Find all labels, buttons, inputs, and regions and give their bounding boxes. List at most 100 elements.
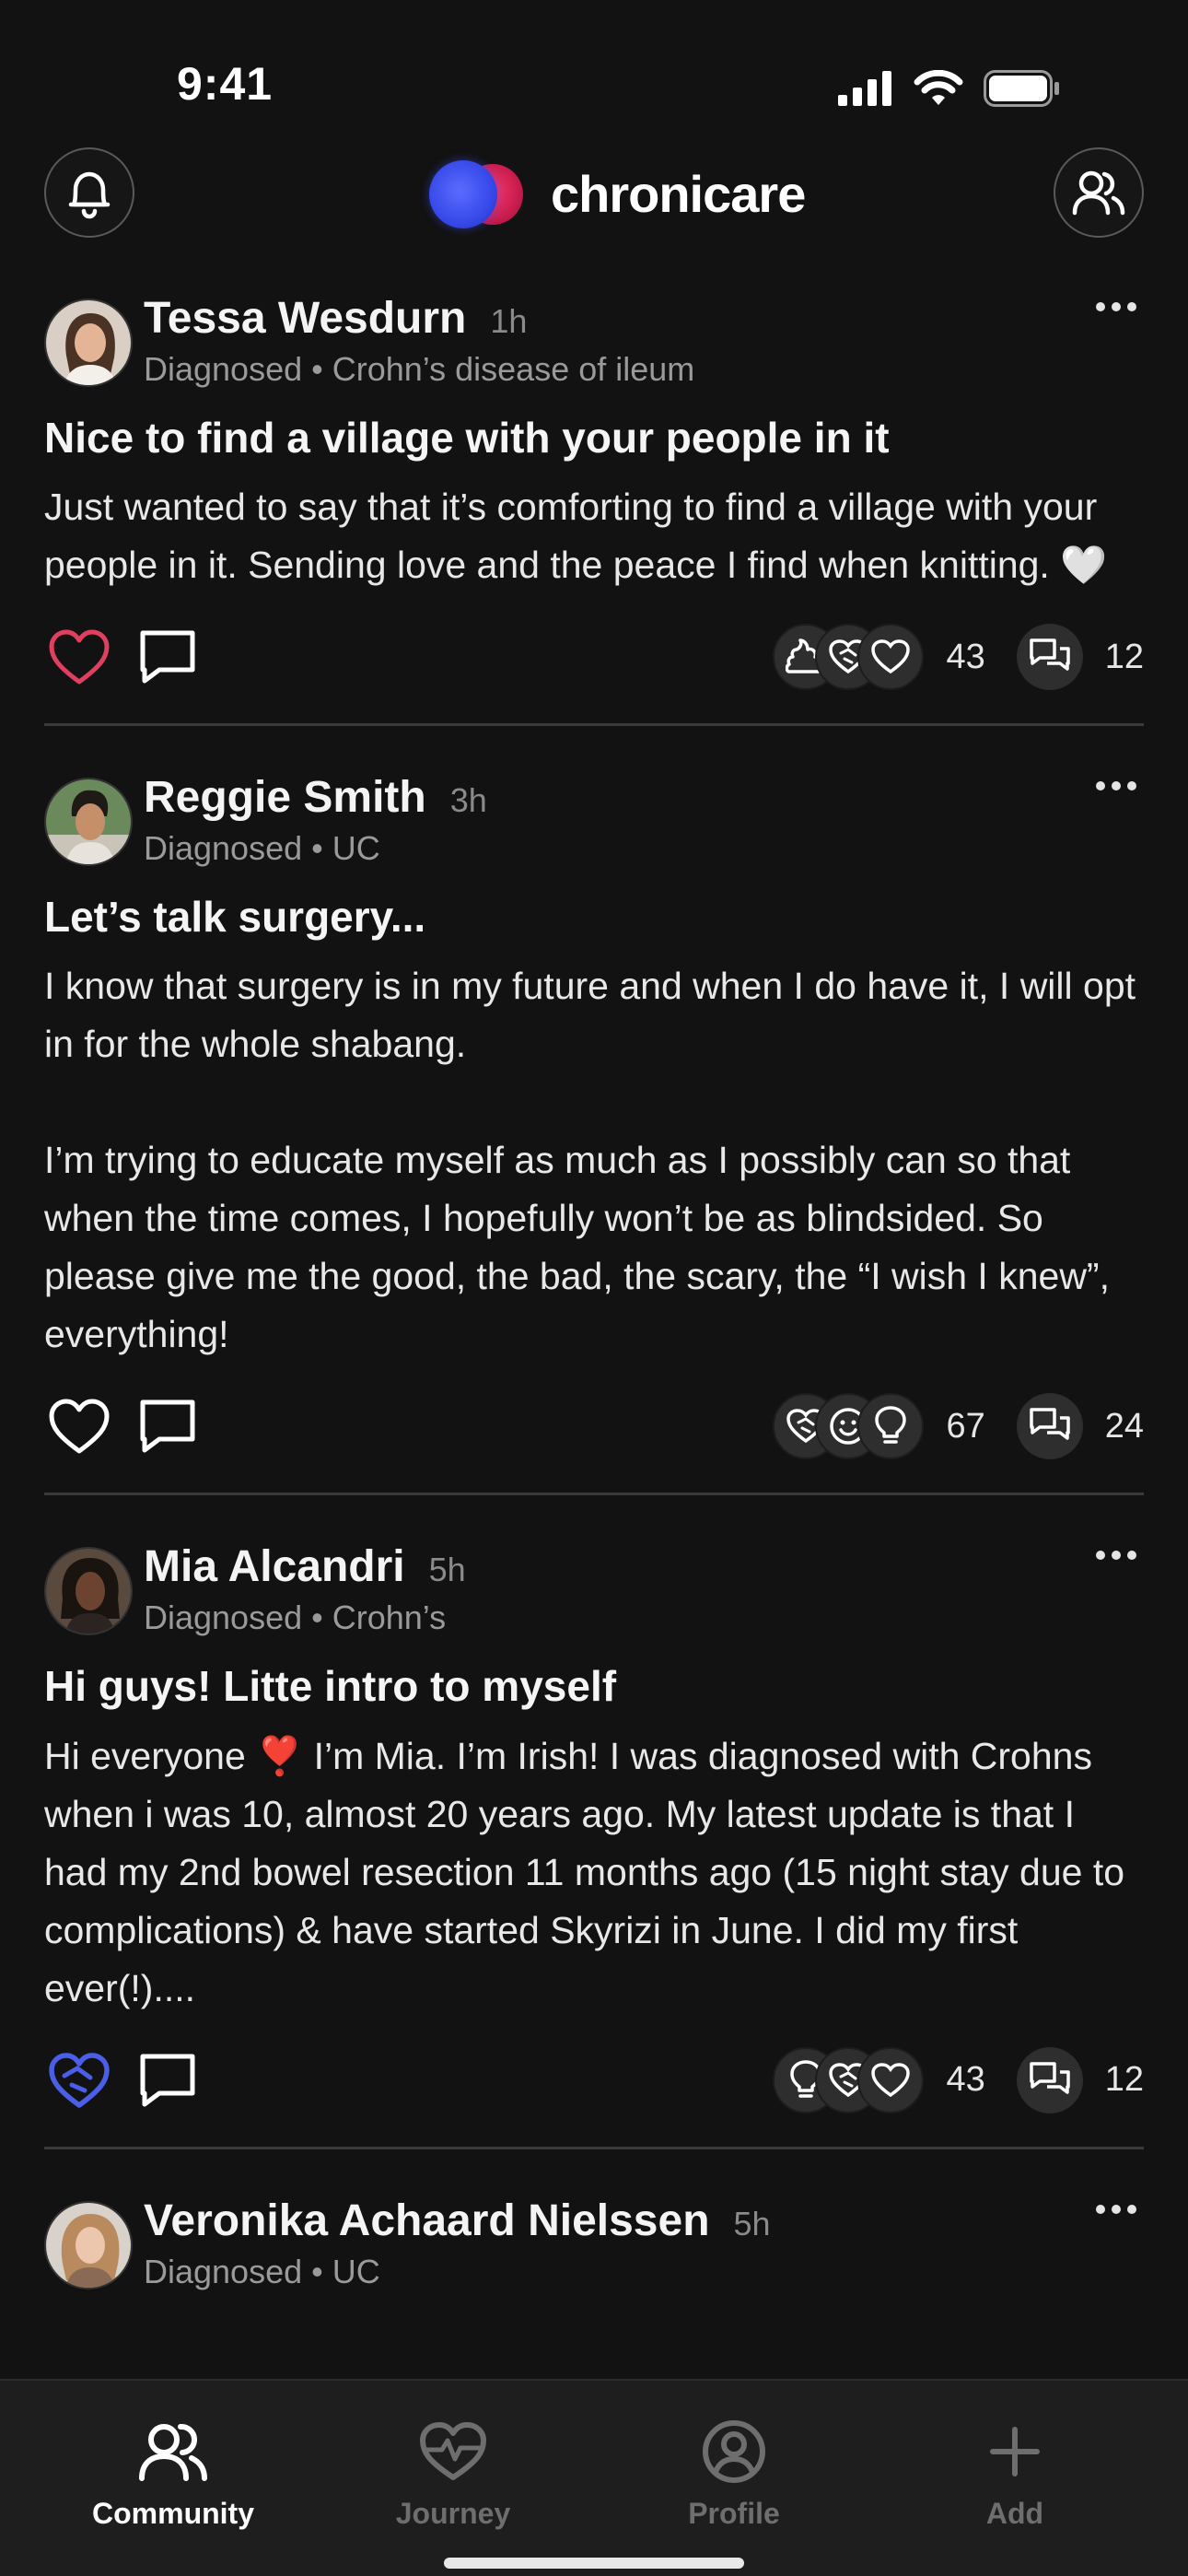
tab-journey[interactable]: Journey bbox=[352, 2412, 554, 2531]
comments-count-button[interactable] bbox=[1016, 2046, 1083, 2113]
tab-add[interactable]: Add bbox=[914, 2412, 1116, 2531]
like-button[interactable] bbox=[44, 622, 114, 692]
bell-icon bbox=[68, 171, 111, 219]
heart-icon bbox=[857, 2046, 925, 2113]
author-diagnosis: Diagnosed • UC bbox=[144, 829, 380, 868]
reaction-icons bbox=[773, 624, 925, 691]
reaction-summary[interactable]: 67 24 bbox=[773, 1393, 1144, 1460]
post-time: 5h bbox=[428, 1551, 466, 1589]
post-card[interactable]: Tessa Wesdurn 1h Diagnosed • Crohn’s dis… bbox=[0, 286, 1188, 705]
app-name: chronicare bbox=[551, 164, 806, 223]
post-time: 5h bbox=[733, 2204, 771, 2242]
avatar[interactable] bbox=[44, 2200, 133, 2289]
post-actions: 43 12 bbox=[44, 613, 1144, 705]
more-dots-icon bbox=[1096, 2204, 1105, 2214]
author-diagnosis: Diagnosed • Crohn’s disease of ileum bbox=[144, 350, 695, 388]
comment-count: 12 bbox=[1104, 2060, 1144, 2100]
like-button[interactable] bbox=[44, 1391, 114, 1461]
community-feed: Tessa Wesdurn 1h Diagnosed • Crohn’s dis… bbox=[0, 286, 1188, 2290]
tab-label: Community bbox=[92, 2497, 254, 2530]
app-logo: chronicare bbox=[429, 157, 806, 230]
post-card[interactable]: Reggie Smith 3h Diagnosed • UC Let’s tal… bbox=[0, 765, 1188, 1474]
like-button[interactable] bbox=[44, 2045, 114, 2115]
author-name[interactable]: Tessa Wesdurn bbox=[144, 293, 466, 344]
notifications-button[interactable] bbox=[44, 147, 134, 238]
more-dots-icon bbox=[1096, 781, 1105, 791]
reaction-summary[interactable]: 43 12 bbox=[773, 624, 1144, 691]
logo-mark-icon bbox=[429, 157, 542, 230]
author-diagnosis: Diagnosed • Crohn’s bbox=[144, 1598, 447, 1637]
more-options-button[interactable] bbox=[1089, 302, 1144, 330]
more-options-button[interactable] bbox=[1089, 2204, 1144, 2232]
tab-label: Add bbox=[985, 2497, 1044, 2530]
app-header: chronicare bbox=[0, 147, 1188, 243]
post-author: Mia Alcandri 5h bbox=[144, 1541, 466, 1592]
user-circle-icon bbox=[703, 2420, 765, 2483]
tab-label: Profile bbox=[688, 2497, 780, 2530]
comment-button[interactable] bbox=[133, 2045, 203, 2115]
post-title[interactable]: Nice to find a village with your people … bbox=[44, 413, 1144, 463]
post-actions: 43 12 bbox=[44, 2036, 1144, 2128]
author-name[interactable]: Reggie Smith bbox=[144, 772, 426, 823]
reaction-icons bbox=[773, 1393, 925, 1460]
reaction-summary[interactable]: 43 12 bbox=[773, 2046, 1144, 2113]
bottom-tab-bar: Community Journey Profile Add bbox=[0, 2379, 1188, 2576]
post-header: Mia Alcandri 5h Diagnosed • Crohn’s bbox=[44, 1534, 1144, 1637]
status-bar: 9:41 bbox=[0, 0, 1188, 138]
community-members-button[interactable] bbox=[1054, 147, 1144, 238]
comment-button[interactable] bbox=[133, 622, 203, 692]
comment-count: 12 bbox=[1104, 637, 1144, 676]
heart-outline-icon bbox=[49, 1399, 110, 1454]
more-dots-icon bbox=[1096, 302, 1105, 311]
more-options-button[interactable] bbox=[1089, 781, 1144, 809]
post-body[interactable]: Just wanted to say that it’s comforting … bbox=[44, 478, 1144, 594]
author-diagnosis: Diagnosed • UC bbox=[144, 2252, 380, 2290]
post-header: Veronika Achaard Nielssen 5h Diagnosed •… bbox=[44, 2188, 1144, 2290]
people-icon bbox=[1072, 170, 1125, 216]
chat-bubbles-icon bbox=[1029, 638, 1070, 671]
plus-icon bbox=[990, 2427, 1040, 2476]
post-divider bbox=[44, 723, 1144, 727]
more-dots-icon bbox=[1096, 1551, 1105, 1561]
comment-icon bbox=[140, 1399, 195, 1453]
author-name[interactable]: Veronika Achaard Nielssen bbox=[144, 2195, 710, 2246]
post-divider bbox=[44, 2146, 1144, 2149]
home-indicator[interactable] bbox=[444, 2558, 744, 2569]
heart-handshake-liked-icon bbox=[49, 2052, 110, 2108]
post-header: Reggie Smith 3h Diagnosed • UC bbox=[44, 765, 1144, 868]
avatar[interactable] bbox=[44, 299, 133, 387]
comment-button[interactable] bbox=[133, 1391, 203, 1461]
avatar[interactable] bbox=[44, 1547, 133, 1636]
post-body[interactable]: I know that surgery is in my future and … bbox=[44, 957, 1144, 1364]
post-body[interactable]: Hi everyone ❣️ I’m Mia. I’m Irish! I was… bbox=[44, 1727, 1144, 2018]
comments-count-button[interactable] bbox=[1016, 624, 1083, 691]
tab-label: Journey bbox=[395, 2497, 511, 2530]
tab-profile[interactable]: Profile bbox=[633, 2412, 835, 2531]
post-time: 3h bbox=[449, 781, 487, 820]
post-card[interactable]: Veronika Achaard Nielssen 5h Diagnosed •… bbox=[0, 2188, 1188, 2290]
reaction-count: 67 bbox=[946, 1406, 985, 1446]
tab-community[interactable]: Community bbox=[72, 2412, 274, 2531]
avatar[interactable] bbox=[44, 778, 133, 867]
comment-count: 24 bbox=[1104, 1406, 1144, 1446]
chat-bubbles-icon bbox=[1029, 1408, 1070, 1441]
screen: 9:41 chronicare Tessa Wesdurn 1h Diagnos… bbox=[0, 0, 1188, 2576]
reaction-count: 43 bbox=[946, 637, 985, 676]
heart-liked-icon bbox=[49, 629, 110, 685]
lightbulb-icon bbox=[857, 1393, 925, 1460]
post-card[interactable]: Mia Alcandri 5h Diagnosed • Crohn’s Hi g… bbox=[0, 1534, 1188, 2127]
comment-icon bbox=[140, 630, 195, 684]
post-author: Tessa Wesdurn 1h bbox=[144, 293, 527, 344]
post-time: 1h bbox=[490, 302, 528, 340]
post-actions: 67 24 bbox=[44, 1382, 1144, 1474]
author-name[interactable]: Mia Alcandri bbox=[144, 1541, 405, 1592]
post-title[interactable]: Hi guys! Litte intro to myself bbox=[44, 1661, 1144, 1712]
wifi-icon bbox=[914, 70, 963, 105]
reaction-count: 43 bbox=[946, 2060, 985, 2100]
post-author: Veronika Achaard Nielssen 5h bbox=[144, 2195, 771, 2246]
comments-count-button[interactable] bbox=[1016, 1393, 1083, 1460]
status-icons bbox=[838, 70, 1061, 107]
heart-icon bbox=[857, 624, 925, 691]
post-title[interactable]: Let’s talk surgery... bbox=[44, 892, 1144, 943]
more-options-button[interactable] bbox=[1089, 1551, 1144, 1578]
